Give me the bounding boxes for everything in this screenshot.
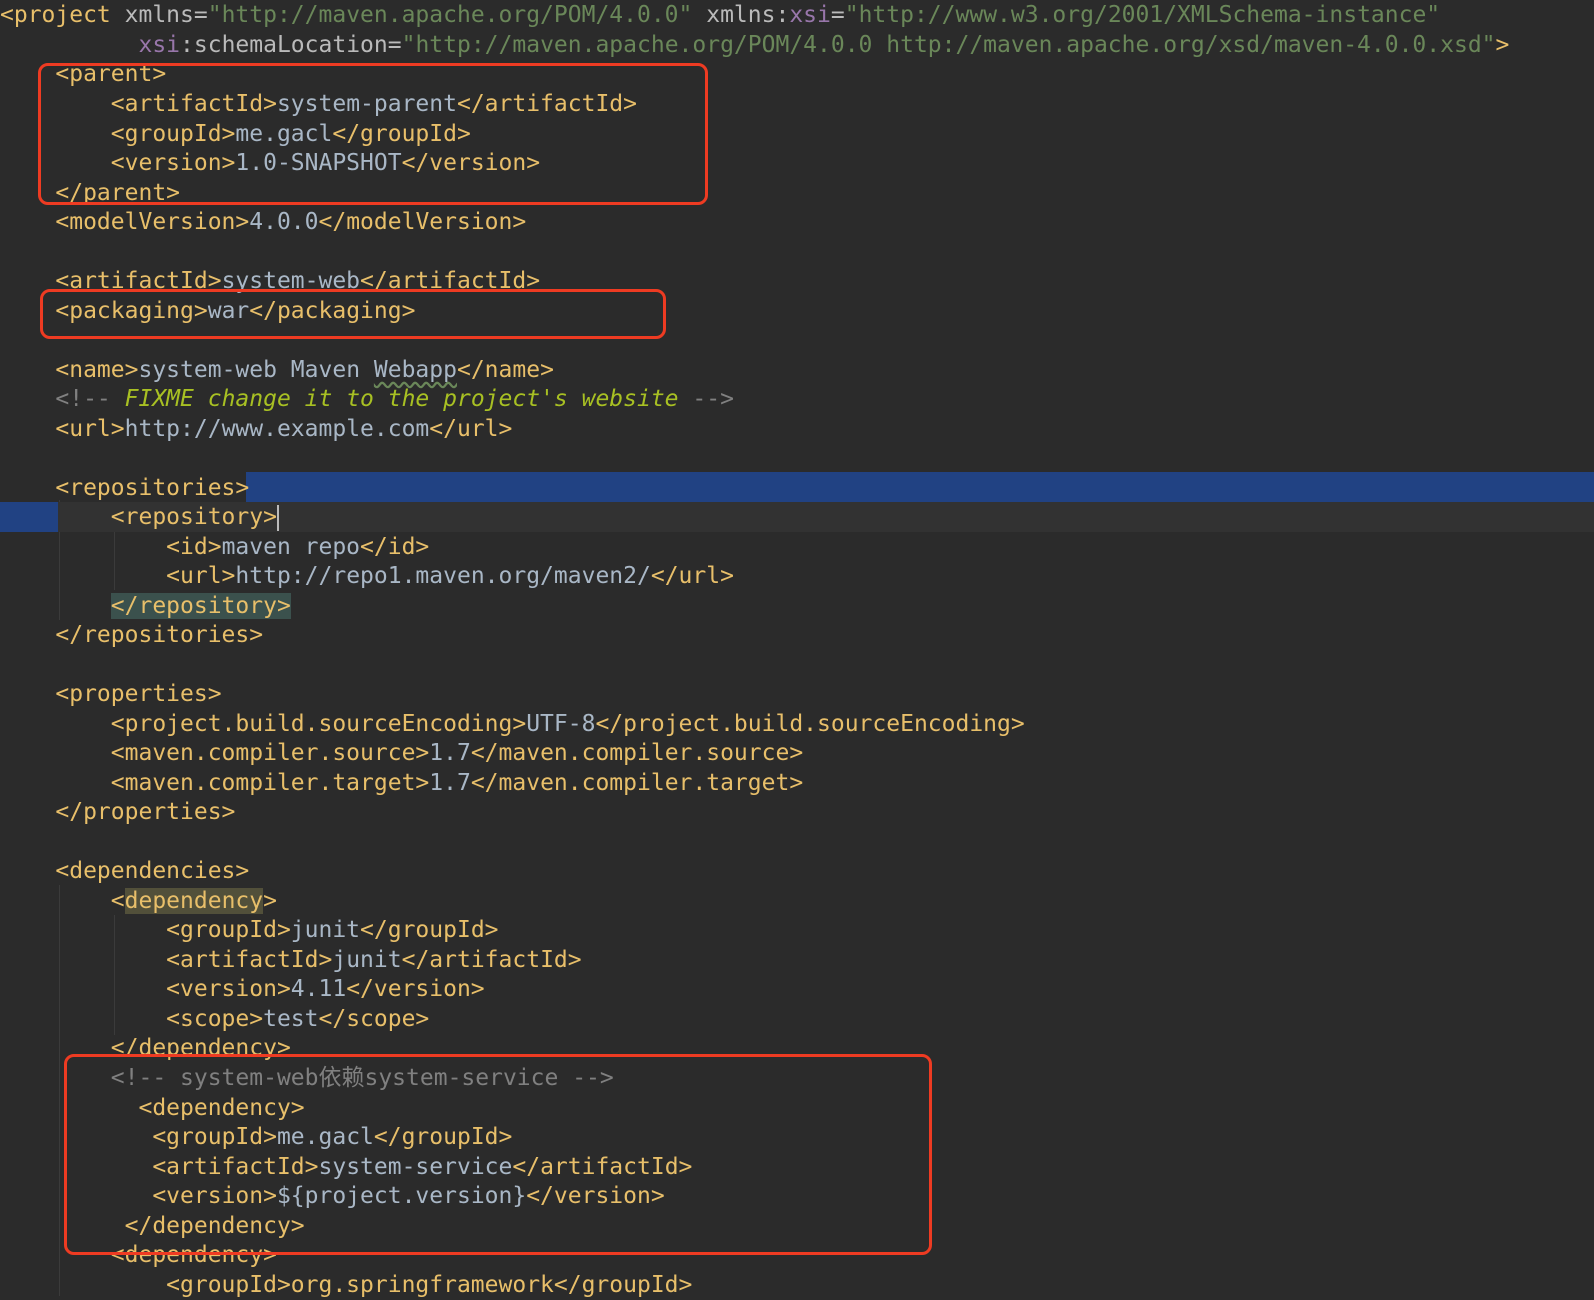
xml-text: system-web Maven bbox=[138, 357, 374, 383]
xml-tag-open: <version> bbox=[166, 976, 291, 1002]
code-line-19[interactable]: <id>maven repo</id> bbox=[0, 532, 1594, 562]
text-caret bbox=[276, 504, 279, 531]
annotation-box-packaging bbox=[40, 289, 666, 339]
xml-tag-close: </url> bbox=[650, 563, 734, 589]
xml-tag-close: </modelVersion> bbox=[318, 209, 527, 235]
xml-tag-close: </url> bbox=[429, 416, 513, 442]
code-line-30[interactable]: <dependencies> bbox=[0, 856, 1594, 886]
xml-comment-delimiter: <!-- bbox=[55, 386, 125, 412]
spellcheck-word[interactable]: Webapp bbox=[374, 357, 457, 383]
code-line-22[interactable]: </repositories> bbox=[0, 620, 1594, 650]
xml-text: test bbox=[263, 1006, 319, 1032]
xml-tag: <groupId>org.springframework</groupId> bbox=[166, 1272, 693, 1298]
code-line-32[interactable]: <groupId>junit</groupId> bbox=[0, 915, 1594, 945]
xml-text: junit bbox=[290, 917, 361, 943]
xml-text: http://www.example.com bbox=[124, 416, 430, 442]
xml-attribute-value: "http://maven.apache.org/POM/4.0.0" bbox=[207, 2, 693, 28]
code-line-20[interactable]: <url>http://repo1.maven.org/maven2/</url… bbox=[0, 561, 1594, 591]
xml-comment-delimiter: --> bbox=[678, 386, 734, 412]
xml-text: 4.0.0 bbox=[249, 209, 319, 235]
xml-tag: </properties> bbox=[55, 799, 236, 825]
xml-tag: > bbox=[1495, 32, 1510, 58]
xml-namespace: xsi bbox=[138, 32, 181, 58]
xml-namespace: xsi bbox=[789, 2, 831, 28]
code-line-35[interactable]: <scope>test</scope> bbox=[0, 1004, 1594, 1034]
xml-text: 1.7 bbox=[429, 740, 471, 766]
code-line-28[interactable]: </properties> bbox=[0, 797, 1594, 827]
xml-tag-open: <project.build.sourceEncoding> bbox=[110, 711, 527, 737]
xml-attribute-value: "http://www.w3.org/2001/XMLSchema-instan… bbox=[844, 2, 1441, 28]
code-line-27[interactable]: <maven.compiler.target>1.7</maven.compil… bbox=[0, 768, 1594, 798]
xml-tag-close: </project.build.sourceEncoding> bbox=[595, 711, 1025, 737]
xml-text: http://repo1.maven.org/maven2/ bbox=[235, 563, 651, 589]
xml-tag-open: <maven.compiler.source> bbox=[110, 740, 430, 766]
xml-tag-open: <scope> bbox=[166, 1006, 264, 1032]
xml-tag: <repository> bbox=[110, 504, 277, 530]
xml-tag-open: <modelVersion> bbox=[55, 209, 250, 235]
xml-tag-close: </scope> bbox=[318, 1006, 430, 1032]
code-line-25[interactable]: <project.build.sourceEncoding>UTF-8</pro… bbox=[0, 709, 1594, 739]
xml-tag-close: </maven.compiler.target> bbox=[470, 770, 804, 796]
code-line-8[interactable]: <modelVersion>4.0.0</modelVersion> bbox=[0, 207, 1594, 237]
todo-comment: FIXME change it to the project's website bbox=[124, 386, 679, 412]
xml-tag-close: </version> bbox=[346, 976, 485, 1002]
xml-tag-close: </groupId> bbox=[360, 917, 499, 943]
xml-attribute-value: "http://maven.apache.org/POM/4.0.0 http:… bbox=[401, 32, 1496, 58]
xml-text: 4.11 bbox=[290, 976, 347, 1002]
code-line-18[interactable]: <repository> bbox=[0, 502, 1594, 532]
code-line-31[interactable]: <dependency> bbox=[0, 886, 1594, 916]
code-line-2[interactable]: xsi:schemaLocation="http://maven.apache.… bbox=[0, 30, 1594, 60]
xml-tag-open: <maven.compiler.target> bbox=[110, 770, 430, 796]
xml-tag-close: </artifactId> bbox=[401, 947, 582, 973]
xml-attribute: = bbox=[830, 2, 845, 28]
xml-text: maven repo bbox=[221, 534, 361, 560]
identifier-highlight: dependency bbox=[124, 888, 264, 914]
xml-tag-open: <id> bbox=[166, 534, 222, 560]
code-line-17[interactable]: <repositories> bbox=[0, 473, 1594, 503]
xml-tag-open: <name> bbox=[55, 357, 139, 383]
xml-tag-open: <groupId> bbox=[166, 917, 291, 943]
xml-attribute: xmlns= bbox=[110, 2, 208, 28]
xml-tag: </repositories> bbox=[55, 622, 264, 648]
xml-tag-close: </maven.compiler.source> bbox=[470, 740, 804, 766]
xml-tag: <dependencies> bbox=[55, 858, 250, 884]
xml-tag-open: <url> bbox=[166, 563, 236, 589]
xml-tag-bracket: < bbox=[110, 888, 125, 914]
code-line-15[interactable]: <url>http://www.example.com</url> bbox=[0, 414, 1594, 444]
code-line-24[interactable]: <properties> bbox=[0, 679, 1594, 709]
xml-attribute: :schemaLocation= bbox=[180, 32, 402, 58]
code-line-1[interactable]: <project xmlns="http://maven.apache.org/… bbox=[0, 0, 1594, 30]
xml-tag: <repositories> bbox=[55, 475, 250, 501]
xml-text: junit bbox=[332, 947, 402, 973]
xml-tag-open: <artifactId> bbox=[166, 947, 333, 973]
matched-tag-highlight: </repository> bbox=[110, 593, 291, 619]
code-line-21[interactable]: </repository> bbox=[0, 591, 1594, 621]
xml-attribute: xmlns: bbox=[692, 2, 790, 28]
xml-text: UTF-8 bbox=[526, 711, 596, 737]
code-line-34[interactable]: <version>4.11</version> bbox=[0, 974, 1594, 1004]
code-line-26[interactable]: <maven.compiler.source>1.7</maven.compil… bbox=[0, 738, 1594, 768]
xml-tag-close: </name> bbox=[456, 357, 554, 383]
xml-tag: <project bbox=[0, 2, 111, 28]
annotation-box-dependency bbox=[64, 1054, 932, 1255]
code-line-33[interactable]: <artifactId>junit</artifactId> bbox=[0, 945, 1594, 975]
xml-tag-bracket: > bbox=[263, 888, 277, 914]
xml-tag-open: <url> bbox=[55, 416, 125, 442]
xml-tag-close: </id> bbox=[360, 534, 430, 560]
code-line-13[interactable]: <name>system-web Maven Webapp</name> bbox=[0, 355, 1594, 385]
xml-text: 1.7 bbox=[429, 770, 471, 796]
xml-tag: <properties> bbox=[55, 681, 222, 707]
code-line-14[interactable]: <!-- FIXME change it to the project's we… bbox=[0, 384, 1594, 414]
annotation-box-parent bbox=[38, 63, 708, 205]
code-editor[interactable]: <project xmlns="http://maven.apache.org/… bbox=[0, 0, 1594, 1298]
